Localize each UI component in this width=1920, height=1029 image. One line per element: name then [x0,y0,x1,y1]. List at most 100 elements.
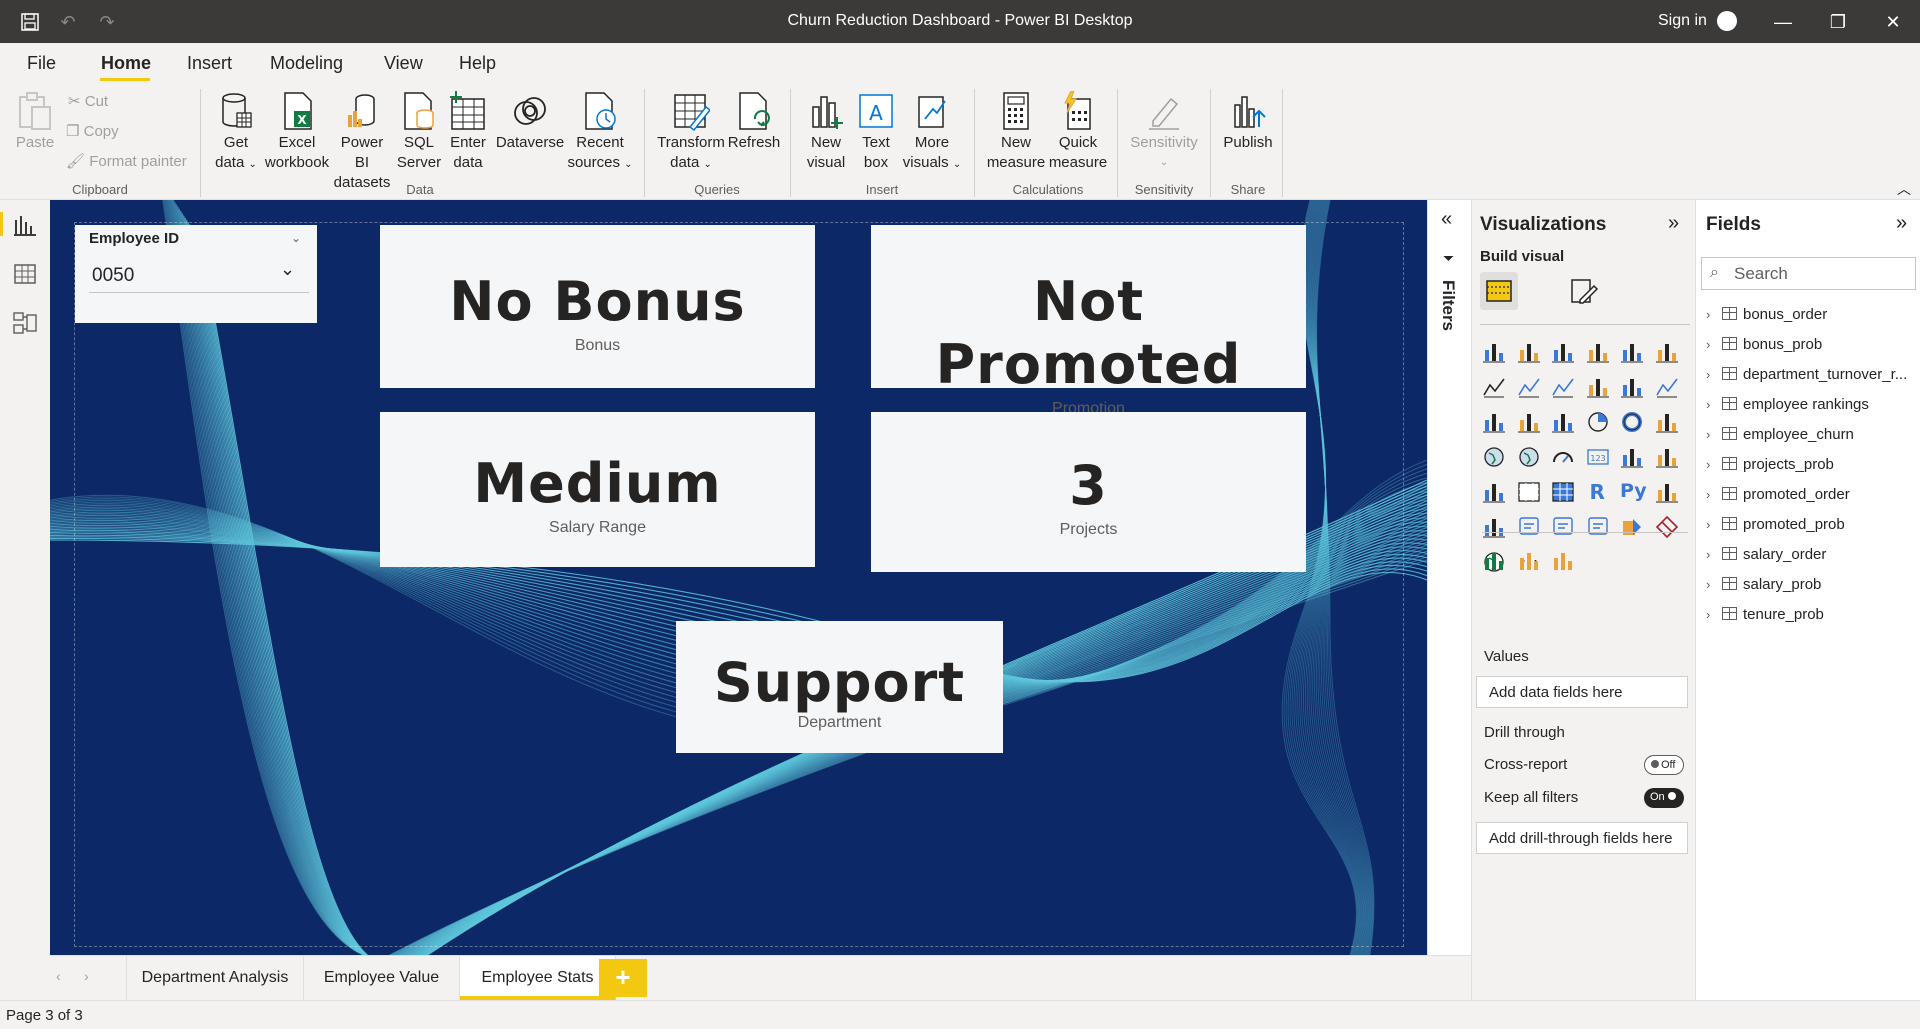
cross-report-toggle[interactable]: Off [1644,755,1684,775]
power-bi-datasets-button[interactable]: Power BI datasets [332,91,392,193]
excel-workbook-button[interactable]: X Excel workbook [262,91,332,173]
dropdown-chevron-icon[interactable]: ⌄ [280,259,295,280]
projects-card[interactable]: 3 Projects [871,412,1306,572]
collapse-fields-icon[interactable]: » [1896,212,1907,235]
get-data-button[interactable]: Get data ⌄ [210,91,262,175]
sensitivity-button[interactable]: Sensitivity ⌄ [1126,91,1202,173]
menu-insert[interactable]: Insert [187,53,232,74]
dataverse-button[interactable]: Dataverse [492,91,568,153]
custom-theme-icon[interactable] [1551,548,1575,572]
chevron-right-icon[interactable]: › [1706,577,1722,592]
chevron-right-icon[interactable]: › [1706,517,1722,532]
collapse-ribbon-icon[interactable]: ︿ [1897,179,1911,199]
field-table[interactable]: › promoted_order [1706,486,1850,503]
filled-map-icon[interactable] [1517,445,1541,469]
r-visual-icon[interactable]: R [1586,480,1610,504]
waterfall-icon[interactable] [1482,410,1506,434]
qa-icon[interactable] [1517,515,1541,539]
chevron-down-icon[interactable]: ⌄ [291,231,301,245]
new-visual-button[interactable]: New visual [800,91,852,173]
menu-file[interactable]: File [27,53,56,74]
recent-sources-button[interactable]: Recent sources ⌄ [566,91,634,175]
area-icon[interactable] [1517,375,1541,399]
publish-button[interactable]: Publish [1218,91,1278,153]
enter-data-button[interactable]: Enter data [446,91,490,173]
line-column-icon[interactable] [1586,375,1610,399]
keep-filters-toggle[interactable]: On [1644,788,1684,808]
cut-button[interactable]: ✂ Cut [68,92,108,110]
copy-button[interactable]: ❐ Copy [66,122,119,140]
slicer-icon[interactable] [1482,480,1506,504]
tab-employee-stats[interactable]: Employee Stats [460,956,616,1000]
100-stacked-column-icon[interactable] [1655,340,1679,364]
stacked-bar-icon[interactable] [1482,340,1506,364]
menu-help[interactable]: Help [459,53,496,74]
chevron-right-icon[interactable]: › [1706,427,1722,442]
chevron-right-icon[interactable]: › [1706,547,1722,562]
card-icon[interactable]: 123 [1586,445,1610,469]
employee-id-slicer[interactable]: Employee ID ⌄ 0050 ⌄ [75,225,317,323]
model-view-icon[interactable] [12,310,38,336]
chevron-right-icon[interactable]: › [1706,397,1722,412]
data-view-icon[interactable] [12,261,38,287]
slicer-value[interactable]: 0050 [92,265,134,287]
clustered-bar-icon[interactable] [1551,340,1575,364]
menu-view[interactable]: View [384,53,423,74]
tab-department-analysis[interactable]: Department Analysis [126,956,304,1000]
salary-card[interactable]: Medium Salary Range [380,412,815,567]
fields-search-input[interactable]: ⌕ Search [1701,257,1916,290]
funnel-icon[interactable] [1517,410,1541,434]
line-clustered-column-icon[interactable] [1620,375,1644,399]
matrix-icon[interactable] [1551,480,1575,504]
python-visual-icon[interactable]: Py [1620,480,1647,504]
promotion-card[interactable]: Not Promoted Promotion [871,225,1306,417]
field-table[interactable]: › salary_order [1706,546,1826,563]
stacked-area-icon[interactable] [1551,375,1575,399]
decomposition-tree-icon[interactable] [1482,515,1506,539]
gauge-icon[interactable] [1551,445,1575,469]
restore-icon[interactable]: ❐ [1818,8,1858,36]
paginated-report-icon[interactable] [1586,515,1610,539]
field-table[interactable]: › employee_churn [1706,426,1854,443]
values-well[interactable]: Add data fields here [1476,676,1688,708]
sql-server-button[interactable]: SQL Server [392,91,446,173]
kpi-icon[interactable] [1655,445,1679,469]
menu-modeling[interactable]: Modeling [270,53,343,74]
scatter-icon[interactable] [1551,410,1575,434]
minimize-icon[interactable]: — [1763,8,1803,36]
paste-button[interactable]: Paste [14,91,56,153]
more-visuals-button[interactable]: More visuals ⌄ [900,91,964,175]
sign-in-link[interactable]: Sign in [1658,12,1707,30]
refresh-button[interactable]: Refresh [726,91,782,153]
report-view-icon[interactable] [12,212,38,238]
bonus-card[interactable]: No Bonus Bonus [380,225,815,388]
menu-home[interactable]: Home [101,53,151,74]
field-table[interactable]: › bonus_order [1706,306,1827,323]
field-table[interactable]: › bonus_prob [1706,336,1822,353]
donut-icon[interactable] [1620,410,1644,434]
line-icon[interactable] [1482,375,1506,399]
department-card[interactable]: Support Department [676,621,1003,753]
add-page-button[interactable]: + [599,959,647,997]
chevron-right-icon[interactable]: › [1706,607,1722,622]
power-automate-icon[interactable] [1655,515,1679,539]
smart-narrative-icon[interactable] [1551,515,1575,539]
expand-filters-icon[interactable]: « [1441,208,1452,231]
field-table[interactable]: › promoted_prob [1706,516,1845,533]
chevron-right-icon[interactable]: › [1706,487,1722,502]
chevron-right-icon[interactable]: › [1706,307,1722,322]
field-table[interactable]: › salary_prob [1706,576,1821,593]
next-page-icon[interactable]: › [84,968,89,984]
close-icon[interactable]: ✕ [1873,8,1913,36]
clustered-column-icon[interactable] [1586,340,1610,364]
treemap-icon[interactable] [1655,410,1679,434]
format-visual-tab[interactable] [1564,272,1602,310]
stacked-column-icon[interactable] [1517,340,1541,364]
chevron-right-icon[interactable]: › [1706,337,1722,352]
chevron-right-icon[interactable]: › [1706,457,1722,472]
field-table[interactable]: › tenure_prob [1706,606,1824,623]
field-table[interactable]: › projects_prob [1706,456,1834,473]
build-visual-tab[interactable] [1480,272,1518,310]
pie-icon[interactable] [1586,410,1610,434]
transform-data-button[interactable]: Transform data ⌄ [654,91,728,175]
